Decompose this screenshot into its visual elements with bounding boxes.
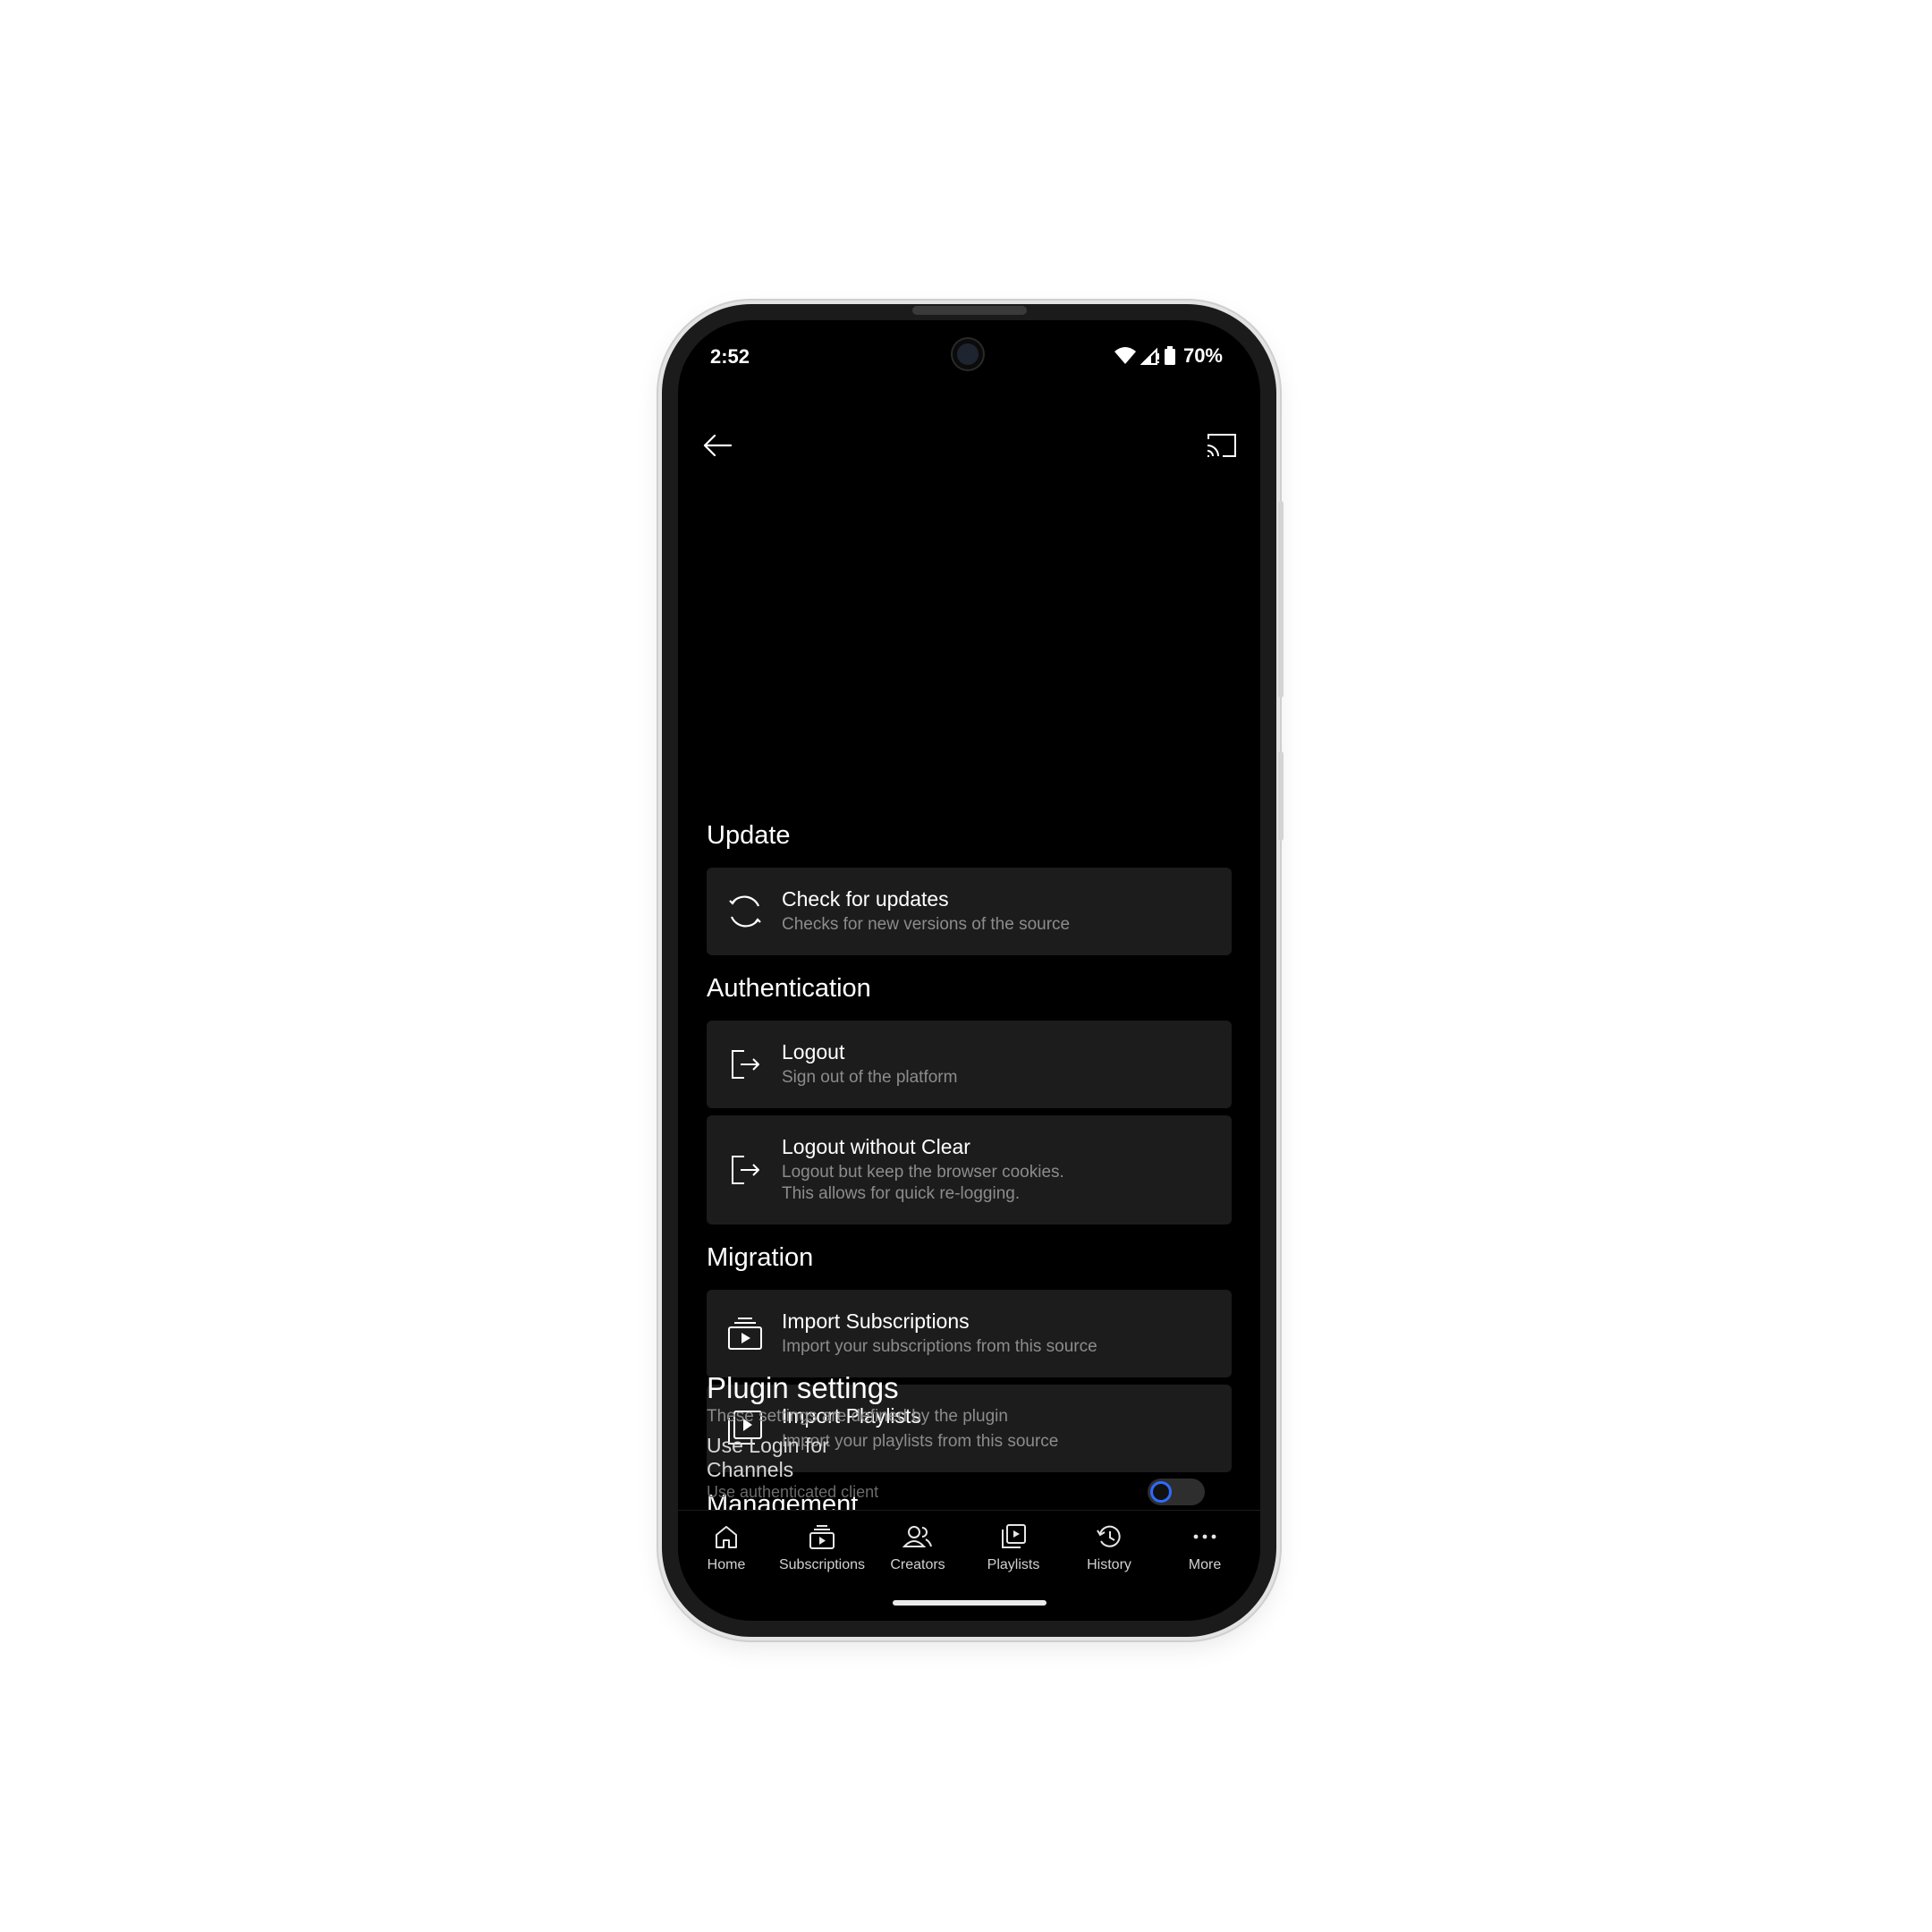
top-app-bar — [678, 410, 1260, 481]
logout-icon — [724, 1149, 766, 1191]
nav-label: History — [1087, 1557, 1131, 1572]
nav-label: Playlists — [987, 1557, 1040, 1572]
import-subscriptions-item[interactable]: Import Subscriptions Import your subscri… — [707, 1290, 1232, 1377]
playlists-icon — [998, 1521, 1029, 1552]
playlists-icon — [724, 1408, 766, 1449]
home-icon — [711, 1521, 741, 1552]
refresh-icon — [724, 891, 766, 932]
subscriptions-icon — [724, 1313, 766, 1354]
section-title-migration: Migration — [707, 1243, 814, 1272]
volume-button — [1278, 501, 1284, 698]
item-description: Cannot uninstall embedded plugins — [782, 1589, 1047, 1608]
nav-creators[interactable]: Creators — [869, 1511, 966, 1591]
item-title: Import Subscriptions — [782, 1309, 970, 1333]
item-title: Import Playlists — [782, 1404, 921, 1428]
status-icons: 70% — [1114, 343, 1223, 369]
nav-more[interactable]: More — [1157, 1511, 1253, 1591]
section-title-update: Update — [707, 821, 791, 850]
import-playlists-item[interactable]: Import Playlists Import your playlists f… — [707, 1385, 1232, 1472]
screen: 2:52 70% Update Check for updates Checks… — [678, 320, 1260, 1621]
nav-label: Subscriptions — [778, 1557, 866, 1572]
wifi-icon — [1114, 347, 1136, 364]
item-description-line1: Logout but keep the browser cookies. — [782, 1163, 1064, 1182]
nav-history[interactable]: History — [1061, 1511, 1157, 1591]
logout-item[interactable]: Logout Sign out of the platform — [707, 1021, 1232, 1108]
use-login-channels-toggle[interactable] — [1148, 1479, 1205, 1505]
logout-icon — [724, 1044, 766, 1085]
nav-label: Home — [707, 1557, 746, 1572]
nav-home[interactable]: Home — [678, 1511, 775, 1591]
item-description: Import your subscriptions from this sour… — [782, 1337, 1097, 1356]
item-title: Logout — [782, 1040, 845, 1063]
creators-icon — [902, 1521, 933, 1552]
more-icon — [1190, 1521, 1220, 1552]
item-title: Check for updates — [782, 887, 949, 911]
nav-playlists[interactable]: Playlists — [965, 1511, 1062, 1591]
item-description: Sign out of the platform — [782, 1068, 958, 1087]
nav-subscriptions[interactable]: Subscriptions — [774, 1511, 870, 1591]
subscriptions-icon — [807, 1521, 837, 1552]
battery-percent: 70% — [1182, 344, 1223, 367]
earpiece — [912, 306, 1027, 315]
cell-signal-icon — [1140, 347, 1159, 365]
status-bar: 2:52 70% — [678, 320, 1260, 383]
cast-button[interactable] — [1201, 426, 1241, 465]
back-button[interactable] — [698, 426, 737, 465]
status-time: 2:52 — [710, 345, 750, 368]
item-title: Logout without Clear — [782, 1135, 970, 1158]
item-description-line2: This allows for quick re-logging. — [782, 1184, 1021, 1203]
phone-frame: 2:52 70% Update Check for updates Checks… — [662, 304, 1284, 1637]
section-title-authentication: Authentication — [707, 974, 871, 1003]
cast-icon — [1207, 434, 1236, 457]
item-description: Import your playlists from this source — [782, 1432, 1059, 1451]
logout-without-clear-item[interactable]: Logout without Clear Logout but keep the… — [707, 1115, 1232, 1224]
power-button — [1278, 751, 1284, 841]
nav-label: Creators — [890, 1557, 945, 1572]
nav-label: More — [1188, 1557, 1222, 1572]
arrow-left-icon — [703, 434, 733, 457]
check-for-updates-item[interactable]: Check for updates Checks for new version… — [707, 868, 1232, 955]
history-icon — [1094, 1521, 1124, 1552]
item-description: Checks for new versions of the source — [782, 915, 1071, 934]
battery-icon — [1164, 346, 1175, 365]
toggle-knob — [1150, 1481, 1172, 1503]
